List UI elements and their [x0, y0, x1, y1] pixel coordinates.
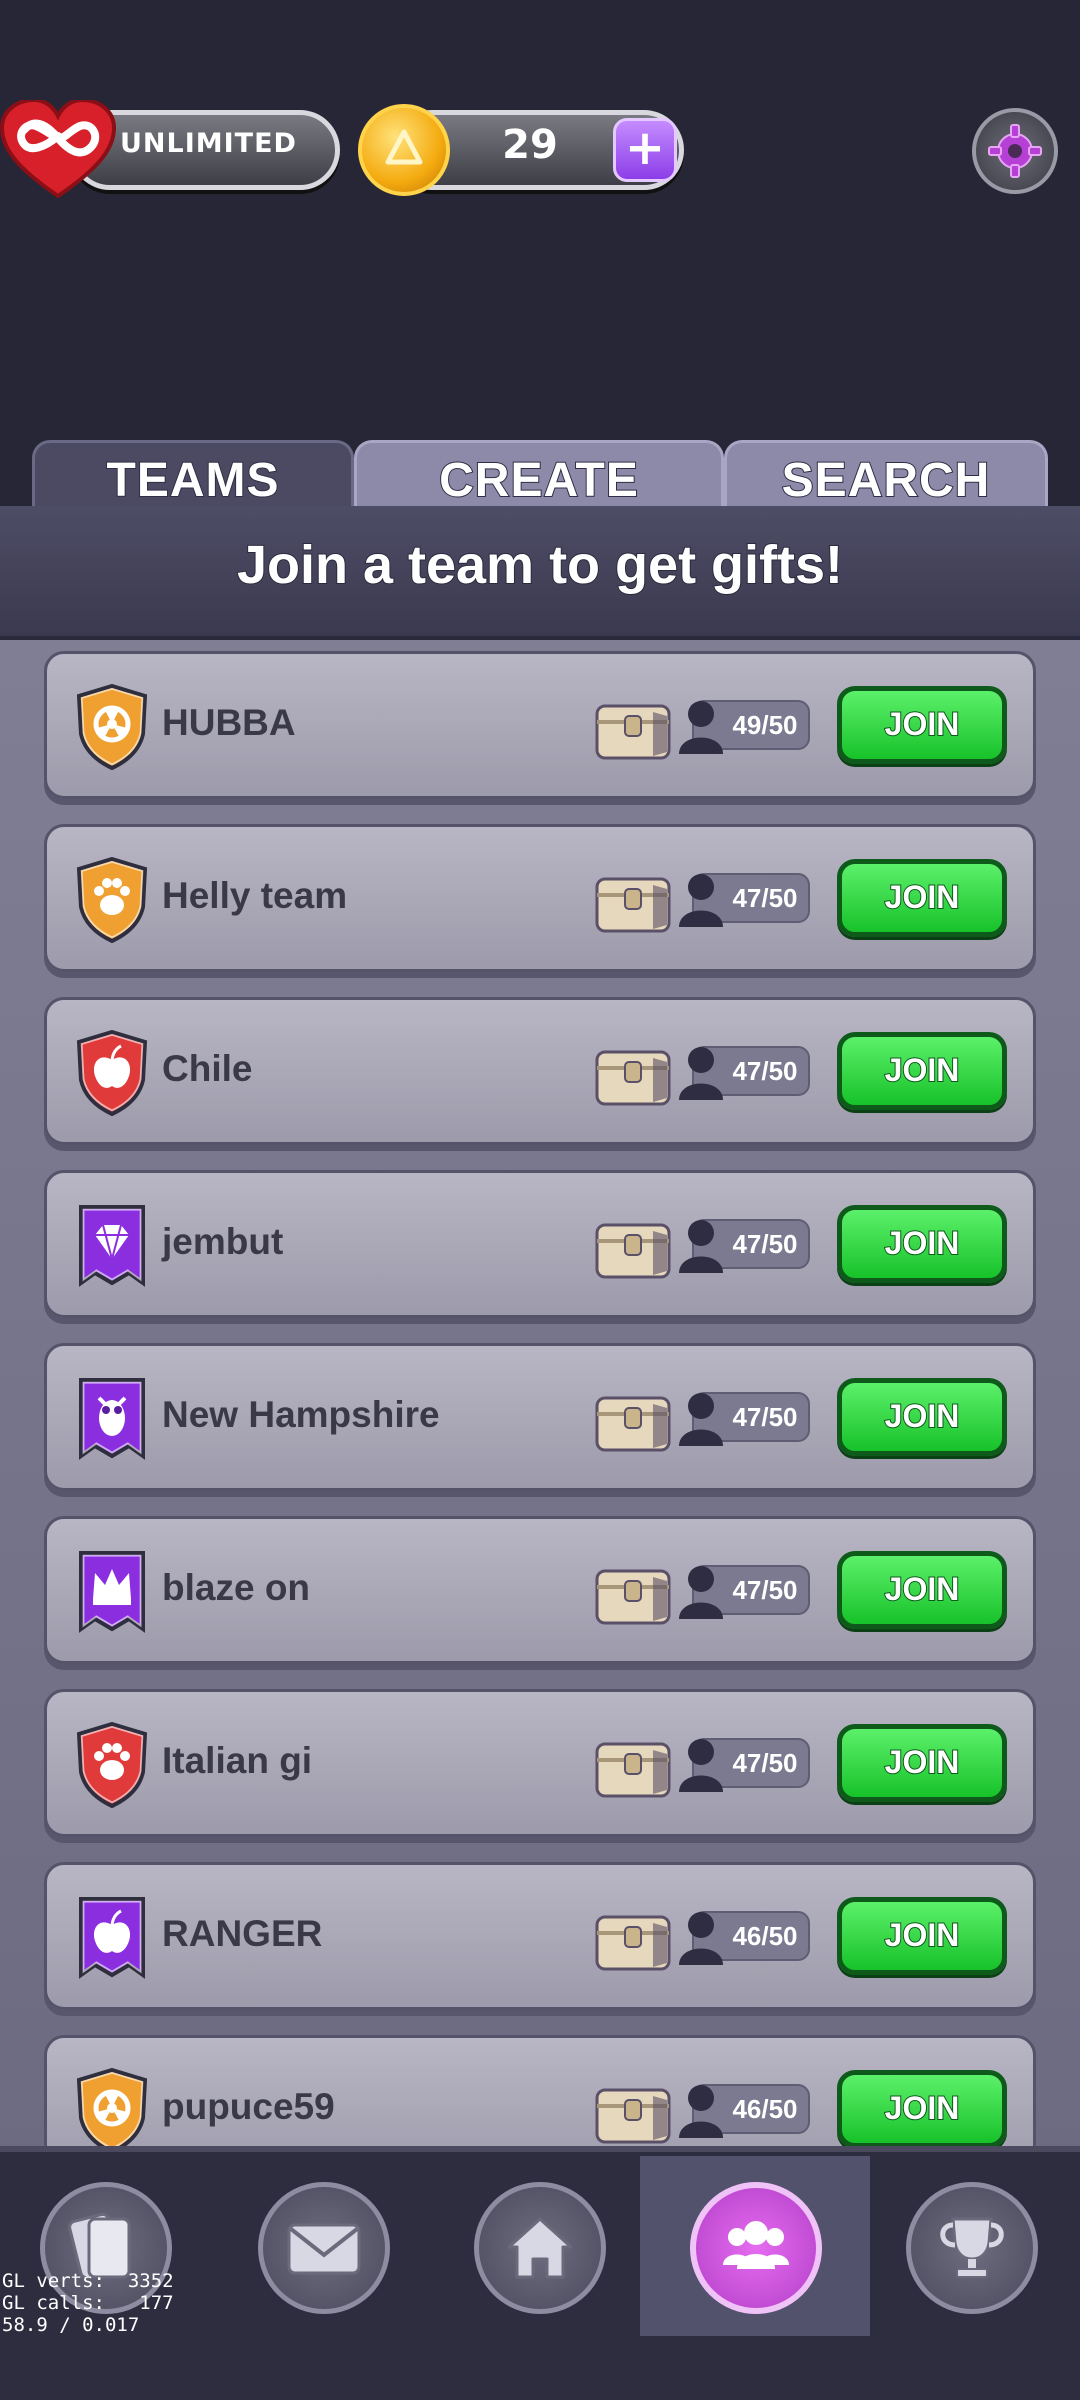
member-count: 47/50: [732, 1402, 798, 1432]
tab-search[interactable]: SEARCH: [724, 440, 1048, 516]
person-icon: [679, 1220, 723, 1273]
team-name: jembut: [162, 1221, 284, 1262]
team-row[interactable]: Helly team 47/50 JOIN: [44, 824, 1036, 972]
chest-icon: [595, 1915, 671, 1971]
person-icon: [679, 874, 723, 927]
debug-line: GL calls: 177: [2, 2292, 174, 2314]
join-button[interactable]: JOIN: [837, 1378, 1007, 1456]
person-icon: [679, 1047, 723, 1100]
person-icon: [679, 1739, 723, 1792]
person-icon: [679, 1393, 723, 1446]
tab-teams[interactable]: TEAMS: [32, 440, 354, 516]
top-bar: [0, 0, 1080, 420]
person-icon: [679, 701, 723, 754]
team-badge-icon: [79, 1378, 145, 1460]
gear-icon: [988, 124, 1042, 178]
chest-icon: [595, 704, 671, 760]
triangle-icon: [385, 129, 423, 165]
team-row[interactable]: Chile 47/50 JOIN: [44, 997, 1036, 1145]
member-count: 46/50: [732, 1921, 798, 1951]
team-row[interactable]: Italian gi 47/50 JOIN: [44, 1689, 1036, 1837]
team-badge-icon: [76, 1030, 148, 1116]
member-count: 46/50: [732, 2094, 798, 2124]
chest-icon: [595, 1742, 671, 1798]
team-badge-icon: [76, 1722, 148, 1808]
person-icon: [679, 2085, 723, 2138]
lives-label: UNLIMITED: [120, 128, 297, 159]
add-coins-button[interactable]: +: [613, 118, 677, 182]
banner-title: Join a team to get gifts!: [236, 534, 844, 596]
member-count: 49/50: [732, 710, 798, 740]
team-name: blaze on: [162, 1567, 311, 1608]
join-button[interactable]: JOIN: [837, 859, 1007, 937]
team-row[interactable]: New Hampshire 47/50 JOIN: [44, 1343, 1036, 1491]
team-name: Chile: [162, 1048, 253, 1089]
team-name: pupuce59: [162, 2086, 335, 2127]
chest-icon: [595, 2088, 671, 2144]
home-icon: [507, 2217, 573, 2279]
envelope-icon: [287, 2223, 361, 2275]
team-badge-icon: [76, 857, 148, 943]
heart-icon: [0, 100, 116, 199]
debug-overlay: GL verts: 3352 GL calls: 177 58.9 / 0.017: [2, 2270, 174, 2336]
join-button[interactable]: JOIN: [837, 2070, 1007, 2146]
team-row[interactable]: jembut 47/50 JOIN: [44, 1170, 1036, 1318]
team-icon: [723, 2221, 789, 2269]
team-row[interactable]: blaze on 47/50 JOIN: [44, 1516, 1036, 1664]
chest-icon: [595, 1050, 671, 1106]
join-button[interactable]: JOIN: [837, 686, 1007, 764]
trophy-icon: [940, 2217, 1004, 2278]
join-button[interactable]: JOIN: [837, 1032, 1007, 1110]
coin-count: 29: [502, 122, 558, 168]
chest-icon: [595, 877, 671, 933]
team-badge-icon: [76, 2068, 148, 2146]
join-button[interactable]: JOIN: [837, 1897, 1007, 1975]
team-list[interactable]: HUBBA 49/50 JOIN Helly team 47/50 JOIN C…: [0, 640, 1080, 2146]
person-icon: [679, 1566, 723, 1619]
team-badge-icon: [79, 1897, 145, 1979]
join-button[interactable]: JOIN: [837, 1724, 1007, 1802]
chest-icon: [595, 1569, 671, 1625]
team-badge-icon: [79, 1205, 145, 1287]
member-count: 47/50: [732, 1056, 798, 1086]
debug-line: GL verts: 3352: [2, 2270, 174, 2292]
team-name: Helly team: [162, 875, 348, 916]
team-row[interactable]: HUBBA 49/50 JOIN: [44, 651, 1036, 799]
team-row[interactable]: RANGER 46/50 JOIN: [44, 1862, 1036, 2010]
chest-icon: [595, 1223, 671, 1279]
team-name: New Hampshire: [162, 1394, 440, 1435]
tab-create[interactable]: CREATE: [354, 440, 724, 516]
chest-icon: [595, 1396, 671, 1452]
member-count: 47/50: [732, 1748, 798, 1778]
member-count: 47/50: [732, 883, 798, 913]
member-count: 47/50: [732, 1575, 798, 1605]
team-name: Italian gi: [162, 1740, 313, 1781]
team-name: RANGER: [162, 1913, 323, 1954]
debug-line: 58.9 / 0.017: [2, 2314, 140, 2336]
team-name: HUBBA: [162, 702, 296, 743]
join-button[interactable]: JOIN: [837, 1551, 1007, 1629]
member-count: 47/50: [732, 1229, 798, 1259]
join-button[interactable]: JOIN: [837, 1205, 1007, 1283]
team-badge-icon: [79, 1551, 145, 1633]
team-badge-icon: [76, 684, 148, 770]
team-row[interactable]: pupuce59 46/50 JOIN: [44, 2035, 1036, 2146]
person-icon: [679, 1912, 723, 1965]
